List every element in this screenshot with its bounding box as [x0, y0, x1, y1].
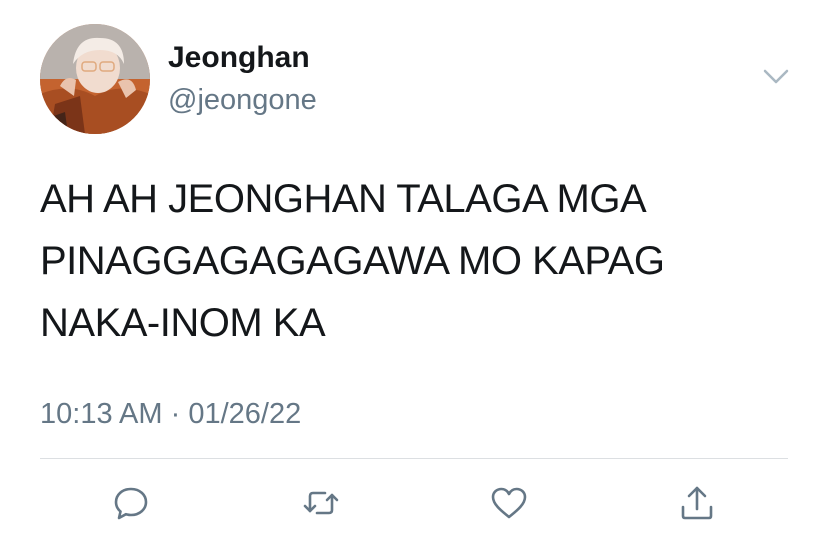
- retweet-button[interactable]: [296, 478, 346, 528]
- share-icon: [681, 486, 713, 520]
- divider: [40, 458, 788, 459]
- tweet-time: 10:13 AM: [40, 398, 163, 430]
- reply-button[interactable]: [106, 478, 156, 528]
- reply-icon: [114, 487, 148, 520]
- tweet-text: AH AH JEONGHAN TALAGA MGA PINAGGAGAGAGAW…: [40, 177, 665, 345]
- timestamp-separator: ·: [170, 398, 181, 430]
- tweet-card: Jeonghan @jeongone AH AH JEONGHAN TALAGA…: [0, 0, 828, 547]
- like-button[interactable]: [484, 478, 534, 528]
- retweet-icon: [303, 491, 339, 515]
- display-name[interactable]: Jeonghan: [168, 40, 310, 76]
- user-handle[interactable]: @jeongone: [168, 82, 317, 118]
- avatar-image: [40, 24, 150, 134]
- avatar[interactable]: [40, 24, 150, 134]
- action-bar: [0, 478, 828, 528]
- heart-icon: [491, 487, 527, 519]
- timestamp[interactable]: 10:13 AM · 01/26/22: [40, 396, 301, 432]
- chevron-down-icon[interactable]: [760, 64, 792, 88]
- share-button[interactable]: [672, 478, 722, 528]
- tweet-date: 01/26/22: [188, 398, 302, 430]
